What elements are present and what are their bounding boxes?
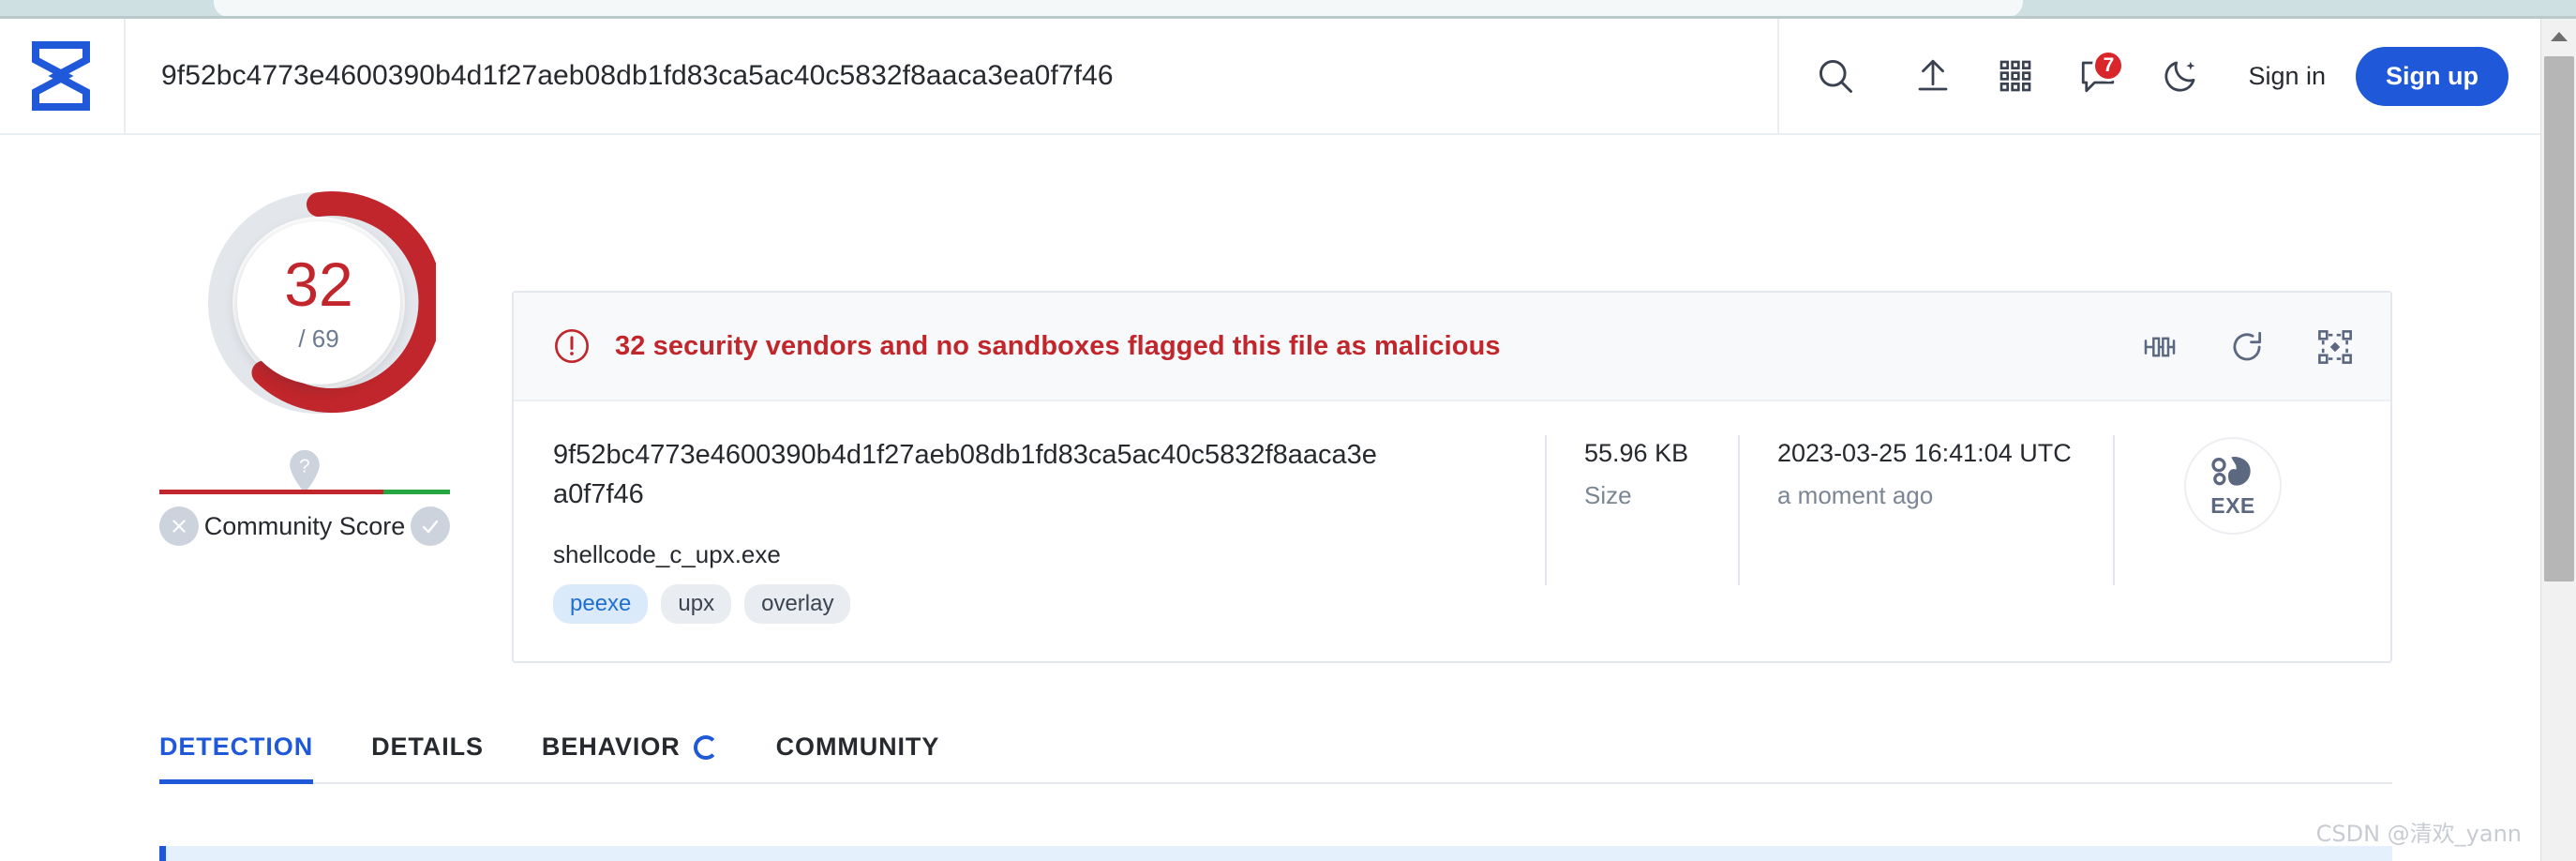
file-summary-card: 32 security vendors and no sandboxes fla… [512, 291, 2392, 664]
reanalyze-icon [2233, 331, 2262, 361]
search-icon [1820, 59, 1853, 93]
exe-badge: EXE [2184, 437, 2282, 535]
file-tags: peexe upx overlay [553, 584, 1517, 625]
file-identity: 9f52bc4773e4600390b4d1f27aeb08db1fd83ca5… [553, 435, 1545, 625]
detection-gauge-column: 32 / 69 ? Community Score [159, 169, 478, 546]
tab-bar: DETECTION DETAILS BEHAVIOR COMMUNITY [159, 718, 2392, 784]
file-size-label: Size [1584, 481, 1632, 509]
tab-detection[interactable]: DETECTION [159, 733, 314, 784]
tab-detection-label: DETECTION [159, 733, 314, 761]
messages-button[interactable]: 7 [2057, 19, 2139, 134]
sign-in-link[interactable]: Sign in [2248, 62, 2326, 91]
malicious-alert-text: 32 security vendors and no sandboxes fla… [615, 330, 1501, 361]
watermark: CSDN @清欢_yann [2315, 821, 2522, 847]
vote-up-button[interactable] [410, 506, 450, 546]
moon-icon [2164, 61, 2195, 92]
file-tag[interactable]: upx [661, 584, 732, 625]
card-action-buttons [2141, 293, 2355, 401]
theme-toggle-button[interactable] [2139, 19, 2222, 134]
similar-files-icon [2144, 337, 2176, 357]
file-tag[interactable]: peexe [553, 584, 649, 625]
gauge-center: 32 / 69 [237, 221, 400, 385]
exe-label: EXE [2210, 492, 2255, 518]
scroll-up-button[interactable] [2541, 19, 2576, 54]
vt-graph-button[interactable] [2315, 327, 2355, 367]
virustotal-logo[interactable] [0, 19, 124, 134]
loading-spinner-icon [693, 734, 718, 760]
file-analysis-relative: a moment ago [1777, 481, 1934, 509]
file-size-value: 55.96 KB [1584, 439, 1689, 467]
file-type-column: EXE [2113, 435, 2351, 585]
sign-up-button[interactable]: Sign up [2356, 46, 2509, 106]
x-circle-icon [172, 520, 186, 533]
apps-button[interactable] [1974, 19, 2057, 134]
community-score-row: Community Score [159, 506, 450, 546]
search-field-wrapper[interactable] [124, 19, 1778, 134]
browser-chrome [0, 0, 2576, 19]
tab-details[interactable]: DETAILS [371, 733, 484, 782]
tab-community[interactable]: COMMUNITY [776, 733, 940, 782]
detection-gauge: 32 / 69 [202, 186, 436, 420]
apps-grid-icon [2000, 60, 2031, 92]
vt-community-banner: Join the VT Community and enjoy addition… [159, 846, 2392, 861]
virustotal-page: 7 Sign in Sign up 32 / [0, 19, 2540, 861]
malicious-alert-row: 32 security vendors and no sandboxes fla… [514, 293, 2390, 401]
scrollbar-thumb[interactable] [2544, 56, 2574, 582]
reanalyze-button[interactable] [2227, 327, 2267, 367]
check-circle-icon [422, 520, 439, 534]
similar-files-button[interactable] [2141, 328, 2179, 366]
tab-details-label: DETAILS [371, 733, 484, 761]
detection-total: / 69 [298, 324, 339, 353]
nav-actions: 7 Sign in Sign up [1892, 19, 2540, 134]
file-analysis-date: 2023-03-25 16:41:04 UTC [1777, 439, 2072, 467]
score-bar-negative [159, 490, 383, 494]
page-scrollbar[interactable] [2540, 19, 2576, 861]
search-input[interactable] [161, 60, 1778, 92]
upload-button[interactable] [1892, 19, 1974, 134]
vt-graph-icon [2318, 330, 2352, 364]
exclamation-circle-icon [553, 327, 591, 365]
tab-behavior[interactable]: BEHAVIOR [542, 733, 718, 782]
browser-tab-strip[interactable] [214, 0, 2023, 17]
community-score-label: Community Score [203, 511, 406, 540]
exe-gears-icon [2211, 456, 2251, 486]
file-size-column: 55.96 KB Size [1545, 435, 1738, 585]
detection-score: 32 [284, 249, 353, 319]
file-tag[interactable]: overlay [744, 584, 851, 625]
vote-down-button[interactable] [159, 506, 199, 546]
top-navigation-bar: 7 Sign in Sign up [0, 19, 2540, 135]
main-content: 32 / 69 ? Community Score 32 security ve… [0, 135, 2540, 861]
tab-behavior-label: BEHAVIOR [541, 733, 681, 761]
search-button[interactable] [1777, 19, 1892, 134]
upload-icon [1919, 59, 1948, 91]
file-date-column: 2023-03-25 16:41:04 UTC a moment ago [1738, 435, 2113, 585]
file-details-body: 9f52bc4773e4600390b4d1f27aeb08db1fd83ca5… [514, 401, 2390, 661]
tab-community-label: COMMUNITY [775, 733, 940, 761]
score-bar-positive [382, 490, 450, 494]
community-score-bar [159, 490, 450, 494]
file-name: shellcode_c_upx.exe [553, 540, 781, 569]
messages-badge: 7 [2092, 50, 2125, 82]
file-hash[interactable]: 9f52bc4773e4600390b4d1f27aeb08db1fd83ca5… [553, 435, 1378, 514]
svg-text:?: ? [299, 456, 309, 477]
scroll-up-arrow-icon [2550, 32, 2568, 41]
